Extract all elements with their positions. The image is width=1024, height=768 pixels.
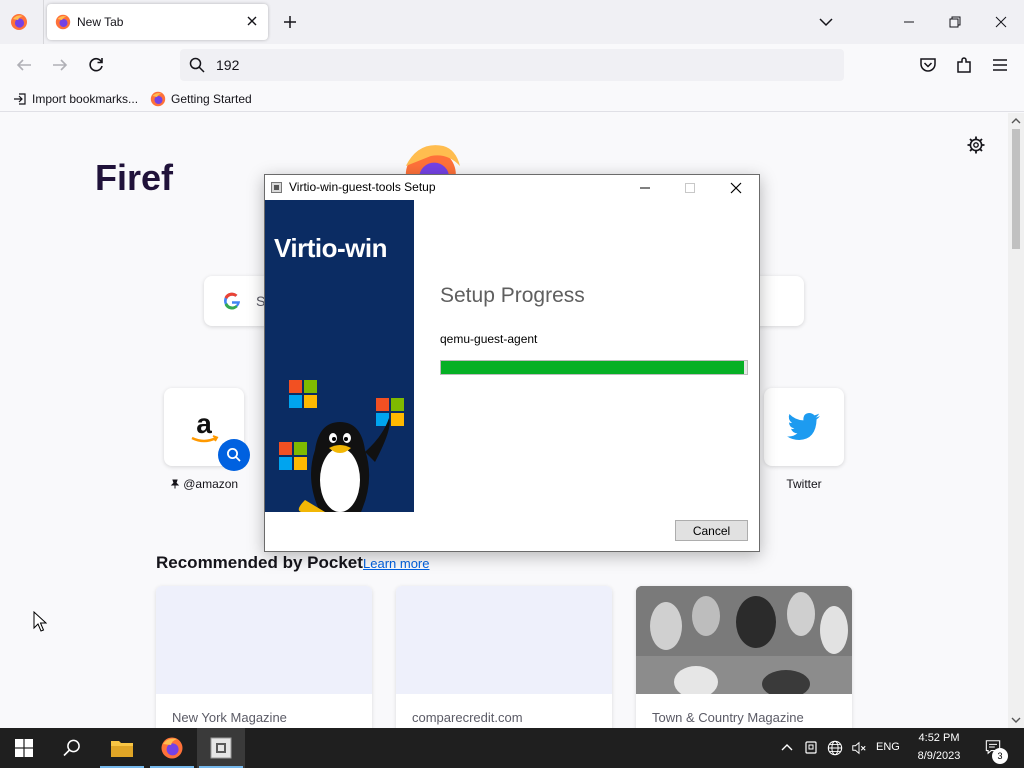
firefox-icon: [161, 737, 183, 759]
card-thumbnail: [156, 586, 372, 694]
close-tab-icon[interactable]: [244, 13, 260, 29]
url-input[interactable]: [216, 55, 816, 75]
progress-bar-fill: [441, 361, 744, 374]
close-window-icon[interactable]: [991, 12, 1011, 32]
minimize-icon[interactable]: [899, 12, 919, 32]
dialog-title: Virtio-win-guest-tools Setup: [289, 180, 436, 194]
search-shortcut-badge: [218, 439, 250, 471]
windows-logo-icon: [289, 380, 317, 408]
windows-logo-icon: [279, 442, 307, 470]
twitter-bird-icon: [787, 413, 820, 440]
back-arrow-icon[interactable]: [13, 54, 35, 76]
google-logo-icon: [224, 292, 240, 310]
svg-text:a: a: [196, 408, 212, 439]
mouse-cursor-icon: [33, 611, 47, 632]
current-install-item: qemu-guest-agent: [440, 332, 538, 346]
chevron-up-icon[interactable]: [779, 740, 795, 756]
shortcut-caption: @amazon: [164, 477, 244, 491]
shortcut-twitter[interactable]: Twitter: [764, 388, 844, 491]
cancel-button[interactable]: Cancel: [675, 520, 748, 541]
amazon-logo-icon: a: [191, 408, 219, 443]
new-tab-plus-icon[interactable]: [280, 12, 300, 32]
tab-separator: [43, 0, 44, 44]
search-icon: [63, 739, 80, 757]
pin-icon: [170, 479, 180, 489]
setup-dialog: Virtio-win-guest-tools Setup Virtio-win: [264, 174, 760, 552]
setup-progress-heading: Setup Progress: [440, 284, 585, 307]
windows-start-icon: [15, 739, 33, 757]
search-icon: [189, 57, 205, 73]
learn-more-link[interactable]: Learn more: [363, 556, 429, 571]
taskbar-installer[interactable]: [197, 728, 245, 768]
import-icon: [14, 93, 26, 105]
address-bar[interactable]: [180, 49, 844, 81]
shortcut-label: Twitter: [786, 477, 822, 491]
tab-strip: New Tab: [0, 0, 1024, 44]
dialog-titlebar[interactable]: Virtio-win-guest-tools Setup: [265, 175, 759, 200]
close-icon[interactable]: [727, 179, 745, 197]
navigation-toolbar: [0, 44, 1024, 86]
pocket-card[interactable]: New York Magazine: [156, 586, 372, 728]
scroll-up-arrow-icon[interactable]: [1011, 116, 1021, 126]
restore-icon[interactable]: [945, 12, 965, 32]
taskbar: ENG 4:52 PM 8/9/2023 3: [0, 728, 1024, 768]
installer-app-icon: [210, 737, 232, 759]
bookmark-getting-started[interactable]: Getting Started: [150, 90, 252, 108]
search-icon: [227, 448, 241, 462]
forward-arrow-icon[interactable]: [49, 54, 71, 76]
pocket-card[interactable]: comparecredit.com: [396, 586, 612, 728]
bookmark-import[interactable]: Import bookmarks...: [13, 90, 138, 108]
network-globe-icon[interactable]: [826, 740, 844, 756]
input-language[interactable]: ENG: [876, 741, 900, 753]
reload-icon[interactable]: [85, 54, 107, 76]
pocket-icon[interactable]: [917, 54, 939, 76]
pocket-card[interactable]: Town & Country Magazine: [636, 586, 852, 728]
installer-app-icon: [271, 182, 282, 193]
card-thumbnail: [396, 586, 612, 694]
pocket-heading: Recommended by Pocket: [156, 553, 363, 572]
maximize-icon: [685, 183, 695, 193]
card-photo: [636, 586, 852, 694]
scroll-down-arrow-icon[interactable]: [1011, 715, 1021, 725]
windows-logo-icon: [376, 398, 404, 426]
notification-count-badge: 3: [992, 748, 1008, 764]
page-scrollbar[interactable]: [1008, 113, 1024, 728]
folder-icon: [111, 741, 133, 757]
taskbar-file-explorer[interactable]: [98, 728, 146, 768]
firefox-favicon-icon: [150, 91, 166, 107]
clock-time[interactable]: 4:52 PM: [908, 732, 970, 744]
taskbar-search-button[interactable]: [48, 728, 96, 768]
bookmark-label: Getting Started: [171, 92, 252, 106]
install-progress-bar: [440, 360, 748, 375]
card-source: comparecredit.com: [412, 710, 523, 725]
extensions-puzzle-icon[interactable]: [953, 54, 975, 76]
tab-new-tab[interactable]: New Tab: [47, 4, 268, 40]
start-button[interactable]: [0, 728, 48, 768]
card-source: Town & Country Magazine: [652, 710, 804, 725]
scrollbar-thumb[interactable]: [1012, 129, 1020, 249]
shortcut-amazon[interactable]: a @amazon: [164, 388, 250, 491]
shortcut-tile[interactable]: a: [164, 388, 250, 471]
chevron-down-icon[interactable]: [816, 12, 836, 32]
firefox-favicon-icon: [55, 14, 71, 30]
meet-now-icon[interactable]: [803, 740, 819, 756]
gear-icon[interactable]: [966, 135, 986, 155]
clock-date[interactable]: 8/9/2023: [908, 750, 970, 762]
minimize-icon[interactable]: [636, 179, 654, 197]
volume-muted-icon[interactable]: [850, 740, 868, 756]
bookmark-label: Import bookmarks...: [32, 92, 139, 106]
taskbar-firefox[interactable]: [148, 728, 196, 768]
tux-penguin-icon: [298, 418, 390, 512]
banner-artwork: [279, 380, 404, 512]
firefox-wordmark: Firef: [95, 157, 174, 198]
bookmarks-toolbar: Import bookmarks... Getting Started: [0, 86, 1024, 112]
shortcut-label: @amazon: [183, 477, 239, 491]
card-source: New York Magazine: [172, 710, 287, 725]
installer-banner: Virtio-win: [265, 200, 414, 512]
tab-title: New Tab: [77, 15, 124, 29]
hamburger-menu-icon[interactable]: [989, 54, 1011, 76]
shortcut-tile[interactable]: [764, 388, 844, 466]
firefox-view-icon[interactable]: [10, 13, 28, 31]
